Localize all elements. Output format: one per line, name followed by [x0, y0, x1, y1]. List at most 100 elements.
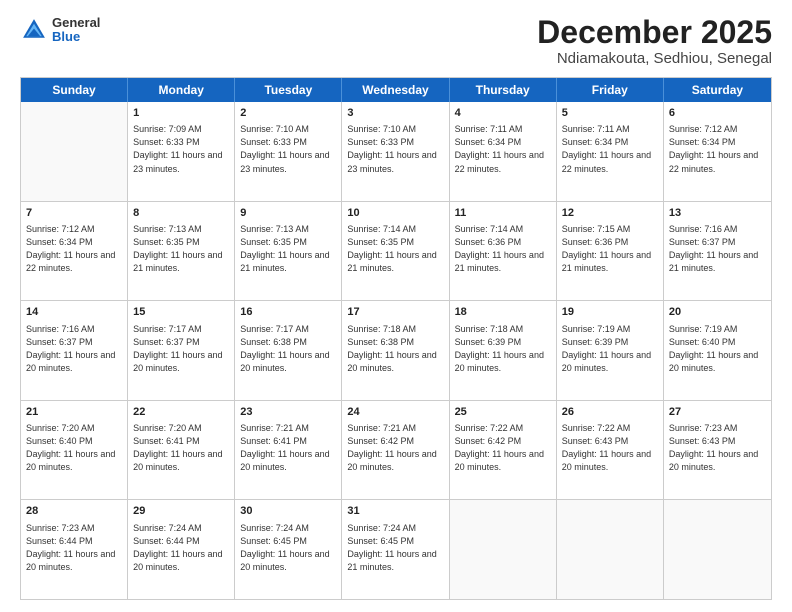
- day-number: 10: [347, 206, 443, 221]
- day-number: 5: [562, 106, 658, 121]
- empty-cell: [664, 500, 771, 599]
- header-cell-saturday: Saturday: [664, 78, 771, 102]
- cell-details: Sunrise: 7:11 AM Sunset: 6:34 PM Dayligh…: [455, 123, 551, 175]
- cell-details: Sunrise: 7:11 AM Sunset: 6:34 PM Dayligh…: [562, 123, 658, 175]
- calendar-body: 1 Sunrise: 7:09 AM Sunset: 6:33 PM Daylig…: [21, 102, 771, 599]
- day-cell-23: 23 Sunrise: 7:21 AM Sunset: 6:41 PM Dayli…: [235, 401, 342, 500]
- header: General Blue December 2025 Ndiamakouta, …: [20, 16, 772, 67]
- day-number: 13: [669, 206, 766, 221]
- day-cell-6: 6Sunrise: 7:12 AM Sunset: 6:34 PM Daylig…: [664, 102, 771, 201]
- cell-details: Sunrise: 7:23 AM Sunset: 6:44 PM Dayligh…: [26, 522, 122, 574]
- cell-details: Sunrise: 7:19 AM Sunset: 6:39 PM Dayligh…: [562, 323, 658, 375]
- location-title: Ndiamakouta, Sedhiou, Senegal: [537, 50, 772, 67]
- logo: General Blue: [20, 16, 100, 45]
- day-cell-24: 24 Sunrise: 7:21 AM Sunset: 6:42 PM Dayli…: [342, 401, 449, 500]
- day-number: 18: [455, 305, 551, 320]
- title-block: December 2025 Ndiamakouta, Sedhiou, Sene…: [537, 16, 772, 67]
- page: General Blue December 2025 Ndiamakouta, …: [0, 0, 792, 612]
- day-cell-17: 17 Sunrise: 7:18 AM Sunset: 6:38 PM Dayli…: [342, 301, 449, 400]
- day-number: 3: [347, 106, 443, 121]
- day-number: 28: [26, 504, 122, 519]
- empty-cell: [21, 102, 128, 201]
- day-number: 16: [240, 305, 336, 320]
- day-cell-9: 9Sunrise: 7:13 AM Sunset: 6:35 PM Daylig…: [235, 202, 342, 301]
- day-number: 17: [347, 305, 443, 320]
- day-cell-27: 27 Sunrise: 7:23 AM Sunset: 6:43 PM Dayli…: [664, 401, 771, 500]
- cell-details: Sunrise: 7:10 AM Sunset: 6:33 PM Dayligh…: [347, 123, 443, 175]
- logo-blue-text: Blue: [52, 30, 100, 44]
- cell-details: Sunrise: 7:21 AM Sunset: 6:41 PM Dayligh…: [240, 422, 336, 474]
- day-number: 26: [562, 405, 658, 420]
- day-cell-26: 26 Sunrise: 7:22 AM Sunset: 6:43 PM Dayli…: [557, 401, 664, 500]
- cell-details: Sunrise: 7:20 AM Sunset: 6:41 PM Dayligh…: [133, 422, 229, 474]
- cell-details: Sunrise: 7:15 AM Sunset: 6:36 PM Dayligh…: [562, 223, 658, 275]
- week-row-5: 28 Sunrise: 7:23 AM Sunset: 6:44 PM Dayli…: [21, 500, 771, 599]
- day-number: 31: [347, 504, 443, 519]
- day-cell-19: 19 Sunrise: 7:19 AM Sunset: 6:39 PM Dayli…: [557, 301, 664, 400]
- cell-details: Sunrise: 7:17 AM Sunset: 6:38 PM Dayligh…: [240, 323, 336, 375]
- header-cell-tuesday: Tuesday: [235, 78, 342, 102]
- day-cell-15: 15Sunrise: 7:17 AM Sunset: 6:37 PM Dayli…: [128, 301, 235, 400]
- day-number: 1: [133, 106, 229, 121]
- day-cell-3: 3 Sunrise: 7:10 AM Sunset: 6:33 PM Daylig…: [342, 102, 449, 201]
- cell-details: Sunrise: 7:16 AM Sunset: 6:37 PM Dayligh…: [669, 223, 766, 275]
- cell-details: Sunrise: 7:19 AM Sunset: 6:40 PM Dayligh…: [669, 323, 766, 375]
- cell-details: Sunrise: 7:21 AM Sunset: 6:42 PM Dayligh…: [347, 422, 443, 474]
- day-cell-5: 5 Sunrise: 7:11 AM Sunset: 6:34 PM Daylig…: [557, 102, 664, 201]
- cell-details: Sunrise: 7:10 AM Sunset: 6:33 PM Dayligh…: [240, 123, 336, 175]
- day-number: 12: [562, 206, 658, 221]
- cell-details: Sunrise: 7:18 AM Sunset: 6:39 PM Dayligh…: [455, 323, 551, 375]
- cell-details: Sunrise: 7:14 AM Sunset: 6:35 PM Dayligh…: [347, 223, 443, 275]
- week-row-3: 14Sunrise: 7:16 AM Sunset: 6:37 PM Dayli…: [21, 301, 771, 401]
- day-cell-20: 20Sunrise: 7:19 AM Sunset: 6:40 PM Dayli…: [664, 301, 771, 400]
- month-title: December 2025: [537, 16, 772, 48]
- day-cell-10: 10 Sunrise: 7:14 AM Sunset: 6:35 PM Dayli…: [342, 202, 449, 301]
- day-cell-22: 22Sunrise: 7:20 AM Sunset: 6:41 PM Dayli…: [128, 401, 235, 500]
- cell-details: Sunrise: 7:22 AM Sunset: 6:42 PM Dayligh…: [455, 422, 551, 474]
- day-cell-11: 11 Sunrise: 7:14 AM Sunset: 6:36 PM Dayli…: [450, 202, 557, 301]
- day-number: 7: [26, 206, 122, 221]
- cell-details: Sunrise: 7:13 AM Sunset: 6:35 PM Dayligh…: [133, 223, 229, 275]
- cell-details: Sunrise: 7:22 AM Sunset: 6:43 PM Dayligh…: [562, 422, 658, 474]
- day-number: 19: [562, 305, 658, 320]
- cell-details: Sunrise: 7:23 AM Sunset: 6:43 PM Dayligh…: [669, 422, 766, 474]
- cell-details: Sunrise: 7:12 AM Sunset: 6:34 PM Dayligh…: [669, 123, 766, 175]
- header-cell-friday: Friday: [557, 78, 664, 102]
- day-cell-12: 12 Sunrise: 7:15 AM Sunset: 6:36 PM Dayli…: [557, 202, 664, 301]
- week-row-2: 7Sunrise: 7:12 AM Sunset: 6:34 PM Daylig…: [21, 202, 771, 302]
- day-number: 30: [240, 504, 336, 519]
- day-cell-18: 18 Sunrise: 7:18 AM Sunset: 6:39 PM Dayli…: [450, 301, 557, 400]
- day-number: 25: [455, 405, 551, 420]
- cell-details: Sunrise: 7:24 AM Sunset: 6:45 PM Dayligh…: [240, 522, 336, 574]
- day-number: 27: [669, 405, 766, 420]
- day-cell-2: 2 Sunrise: 7:10 AM Sunset: 6:33 PM Daylig…: [235, 102, 342, 201]
- cell-details: Sunrise: 7:18 AM Sunset: 6:38 PM Dayligh…: [347, 323, 443, 375]
- day-cell-21: 21Sunrise: 7:20 AM Sunset: 6:40 PM Dayli…: [21, 401, 128, 500]
- day-cell-14: 14Sunrise: 7:16 AM Sunset: 6:37 PM Dayli…: [21, 301, 128, 400]
- calendar-header-row: SundayMondayTuesdayWednesdayThursdayFrid…: [21, 78, 771, 102]
- day-cell-13: 13 Sunrise: 7:16 AM Sunset: 6:37 PM Dayli…: [664, 202, 771, 301]
- day-cell-31: 31Sunrise: 7:24 AM Sunset: 6:45 PM Dayli…: [342, 500, 449, 599]
- day-cell-1: 1 Sunrise: 7:09 AM Sunset: 6:33 PM Daylig…: [128, 102, 235, 201]
- day-number: 11: [455, 206, 551, 221]
- day-cell-8: 8 Sunrise: 7:13 AM Sunset: 6:35 PM Daylig…: [128, 202, 235, 301]
- logo-general-text: General: [52, 16, 100, 30]
- header-cell-wednesday: Wednesday: [342, 78, 449, 102]
- day-cell-28: 28 Sunrise: 7:23 AM Sunset: 6:44 PM Dayli…: [21, 500, 128, 599]
- day-number: 8: [133, 206, 229, 221]
- cell-details: Sunrise: 7:20 AM Sunset: 6:40 PM Dayligh…: [26, 422, 122, 474]
- day-cell-4: 4Sunrise: 7:11 AM Sunset: 6:34 PM Daylig…: [450, 102, 557, 201]
- day-cell-29: 29Sunrise: 7:24 AM Sunset: 6:44 PM Dayli…: [128, 500, 235, 599]
- logo-icon: [20, 16, 48, 44]
- day-number: 23: [240, 405, 336, 420]
- cell-details: Sunrise: 7:14 AM Sunset: 6:36 PM Dayligh…: [455, 223, 551, 275]
- week-row-1: 1 Sunrise: 7:09 AM Sunset: 6:33 PM Daylig…: [21, 102, 771, 202]
- cell-details: Sunrise: 7:09 AM Sunset: 6:33 PM Dayligh…: [133, 123, 229, 175]
- day-cell-30: 30 Sunrise: 7:24 AM Sunset: 6:45 PM Dayli…: [235, 500, 342, 599]
- day-number: 24: [347, 405, 443, 420]
- day-number: 14: [26, 305, 122, 320]
- header-cell-monday: Monday: [128, 78, 235, 102]
- day-number: 2: [240, 106, 336, 121]
- day-cell-25: 25 Sunrise: 7:22 AM Sunset: 6:42 PM Dayli…: [450, 401, 557, 500]
- logo-text: General Blue: [52, 16, 100, 45]
